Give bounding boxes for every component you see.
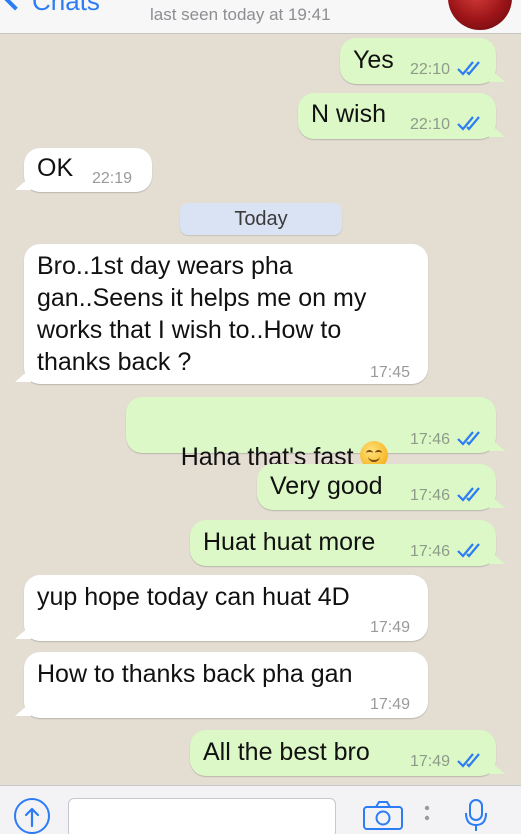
back-button[interactable]: Chats [32,0,100,14]
upload-arrow-icon[interactable] [14,798,50,834]
microphone-icon[interactable] [464,798,488,832]
message-bubble-incoming[interactable]: Bro..1st day wears pha gan..Seens it hel… [15,244,428,384]
message-bubble-incoming[interactable]: How to thanks back pha gan 17:49 [15,652,428,718]
chat-header: Chats last seen today at 19:41 [0,0,521,34]
day-separator: Today [180,203,342,235]
message-input[interactable] [68,798,336,834]
message-bubble-outgoing[interactable]: Yes 22:10 [340,38,505,84]
input-bar [0,785,521,834]
message-text: Very good [270,472,383,500]
read-ticks-icon [456,752,484,768]
message-text: All the best bro [203,738,370,766]
message-time: 17:49 [370,696,411,713]
back-chevron-icon[interactable] [0,0,31,11]
message-time: 17:46 [410,487,451,504]
message-time: 17:45 [370,364,411,381]
read-ticks-icon [456,115,484,131]
message-time: 22:10 [410,116,451,133]
message-text: N wish [311,100,387,128]
message-bubble-outgoing[interactable]: Haha that's fast 17:46 [126,397,505,471]
read-ticks-icon [456,542,484,558]
message-text: Yes [353,46,394,74]
message-time: 22:19 [92,170,133,187]
message-text: yup hope today can huat 4D [37,583,350,611]
message-bubble-outgoing[interactable]: N wish 22:10 [298,93,505,139]
message-bubble-outgoing[interactable]: Very good 17:46 [257,464,505,510]
last-seen-status: last seen today at 19:41 [150,5,331,24]
message-bubble-outgoing[interactable]: Huat huat more 17:46 [190,520,505,566]
message-bubble-incoming[interactable]: yup hope today can huat 4D 17:49 [15,575,428,641]
message-text: Huat huat more [203,528,376,556]
message-time: 22:10 [410,61,451,78]
contact-avatar[interactable] [448,0,512,30]
message-list[interactable]: Yes 22:10 N wish 22:10 OK 22:19 Today Br… [0,34,521,785]
message-text: OK [37,154,74,182]
message-bubble-incoming[interactable]: OK 22:19 [15,148,152,192]
message-time: 17:49 [410,753,451,770]
read-ticks-icon [456,60,484,76]
message-time: 17:46 [410,431,451,448]
message-time: 17:46 [410,543,451,560]
read-ticks-icon [456,486,484,502]
message-text: Bro..1st day wears pha gan..Seens it hel… [37,252,367,376]
message-bubble-outgoing[interactable]: All the best bro 17:49 [190,730,505,776]
message-text: How to thanks back pha gan [37,660,353,688]
camera-icon[interactable] [362,800,404,830]
separator-dots-icon [424,802,430,828]
read-ticks-icon [456,430,484,446]
message-time: 17:49 [370,619,411,636]
